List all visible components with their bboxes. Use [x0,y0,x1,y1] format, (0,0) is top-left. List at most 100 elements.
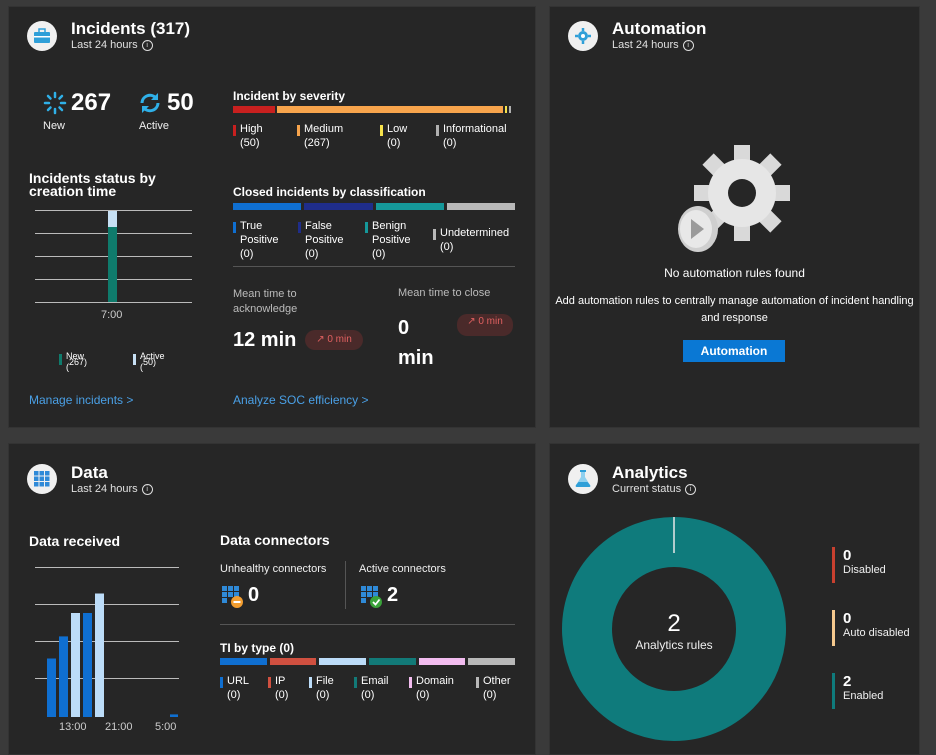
automation-gear-icon [568,21,598,51]
analyze-soc-link[interactable]: Analyze SOC efficiency > [233,393,369,407]
classification-title: Closed incidents by classification [233,185,426,199]
active-label: Active [139,120,169,132]
classification-true-positive: True Positive (0) [233,219,279,261]
info-icon[interactable]: i [682,39,694,51]
ti-bar-domain [418,658,466,665]
mtta-value: 12 min [233,329,297,351]
ti-email: Email (0) [354,674,389,702]
status-bar-active [108,211,117,227]
gridline [35,302,192,303]
analytics-center-value: 2 [667,610,681,637]
classification-bar-undetermined [446,203,515,210]
severity-bar-medium [277,106,503,113]
grid-icon [27,464,57,494]
info-icon[interactable]: i [141,39,153,51]
gear-illustration-icon [674,143,794,260]
data-received-title: Data received [29,533,121,549]
mtta-delta-badge: ↗ 0 min [305,330,363,350]
automation-empty-title: No automation rules found [664,266,805,280]
classification-bar-false-positive [304,203,373,210]
new-label: New [43,120,66,132]
incidents-title: Incidents (317) [71,19,191,38]
data-received-bar [47,658,56,717]
data-received-bar [83,613,92,717]
new-count: 267 [71,89,112,116]
legend-new: New (267) [59,351,87,373]
ti-bar [220,658,516,665]
flask-icon [568,464,598,494]
status-chart-title: Incidents status by creation time [29,170,156,199]
data-title: Data [71,463,108,482]
ti-other: Other (0) [476,674,511,702]
classification-bar-true-positive [233,203,302,210]
automation-card: Automation Last 24 hours i No automation… [549,6,920,428]
severity-low: Low (0) [380,122,407,150]
data-received-bar [59,636,68,717]
ti-domain: Domain (0) [409,674,454,702]
automation-title: Automation [612,19,707,38]
data-received-chart [47,593,178,717]
data-received-bar [170,714,178,717]
severity-bar-low [505,106,507,113]
classification-bar [233,203,515,210]
severity-bar-info [509,106,511,113]
briefcase-icon [27,21,57,51]
status-bar-new [108,227,117,302]
manage-incidents-link[interactable]: Manage incidents > [29,393,133,407]
active-connector-icon [361,586,383,613]
ti-bar-ip [269,658,317,665]
ti-url: URL (0) [220,674,249,702]
analytics-card: Analytics Current status i 2 Analytics ru… [549,443,920,755]
data-received-bar [95,593,104,717]
ti-file: File (0) [309,674,334,702]
connectors-hr [220,624,515,625]
analytics-title: Analytics [612,463,688,482]
info-icon[interactable]: i [685,483,697,495]
analytics-center-label: Analytics rules [635,638,713,652]
new-spinner-icon [43,91,67,120]
data-connectors-title: Data connectors [220,532,330,548]
refresh-icon [138,91,162,120]
mtta-label: Mean time to acknowledge [233,288,298,315]
status-chart-tick: 7:00 [101,309,123,321]
severity-title: Incident by severity [233,89,346,103]
connectors-divider [345,561,346,609]
automation-button[interactable]: Automation [683,340,785,362]
mttc-delta-badge: ↗ 0 min [457,314,513,336]
classification-bar-benign-positive [375,203,444,210]
mttc-label: Mean time to close [398,287,491,299]
data-tick-13: 13:00 [59,721,87,733]
mttc-value: 0 min [398,317,434,369]
classification-false-positive: False Positive (0) [298,219,344,261]
severity-bar-high [233,106,275,113]
classification-benign-positive: Benign Positive (0) [365,219,411,261]
data-tick-21: 21:00 [105,721,133,733]
ti-title: TI by type (0) [220,641,295,655]
active-connectors-label: Active connectors [359,563,446,575]
severity-high: High (50) [233,122,263,150]
severity-medium: Medium (267) [297,122,343,150]
info-icon[interactable]: i [141,483,153,495]
analytics-subtitle: Current status i [612,483,697,495]
incidents-subtitle: Last 24 hours i [71,39,153,51]
classification-undetermined: Undetermined (0) [433,226,509,254]
unhealthy-connectors-value: 0 [248,584,260,606]
ti-bar-email [369,658,416,665]
analytics-legend-auto-disabled: 0 Auto disabled [832,610,910,646]
automation-empty-description: Add automation rules to centrally manage… [555,295,914,324]
active-connectors-value: 2 [387,584,399,606]
data-card: Data Last 24 hours i Data received 13:00 … [8,443,536,755]
data-tick-5: 5:00 [155,721,177,733]
severity-informational: Informational (0) [436,122,507,150]
legend-active: Active (50) [133,351,165,373]
ti-bar-file [319,658,367,665]
analytics-legend-enabled: 2 Enabled [832,673,883,709]
severity-bar [233,106,515,113]
unhealthy-connector-icon [222,586,244,613]
data-received-bar [71,613,80,717]
automation-subtitle: Last 24 hours i [612,39,694,51]
data-subtitle: Last 24 hours i [71,483,153,495]
ti-bar-other [468,658,516,665]
unhealthy-connectors-label: Unhealthy connectors [220,563,327,575]
ti-bar-url [220,658,267,665]
